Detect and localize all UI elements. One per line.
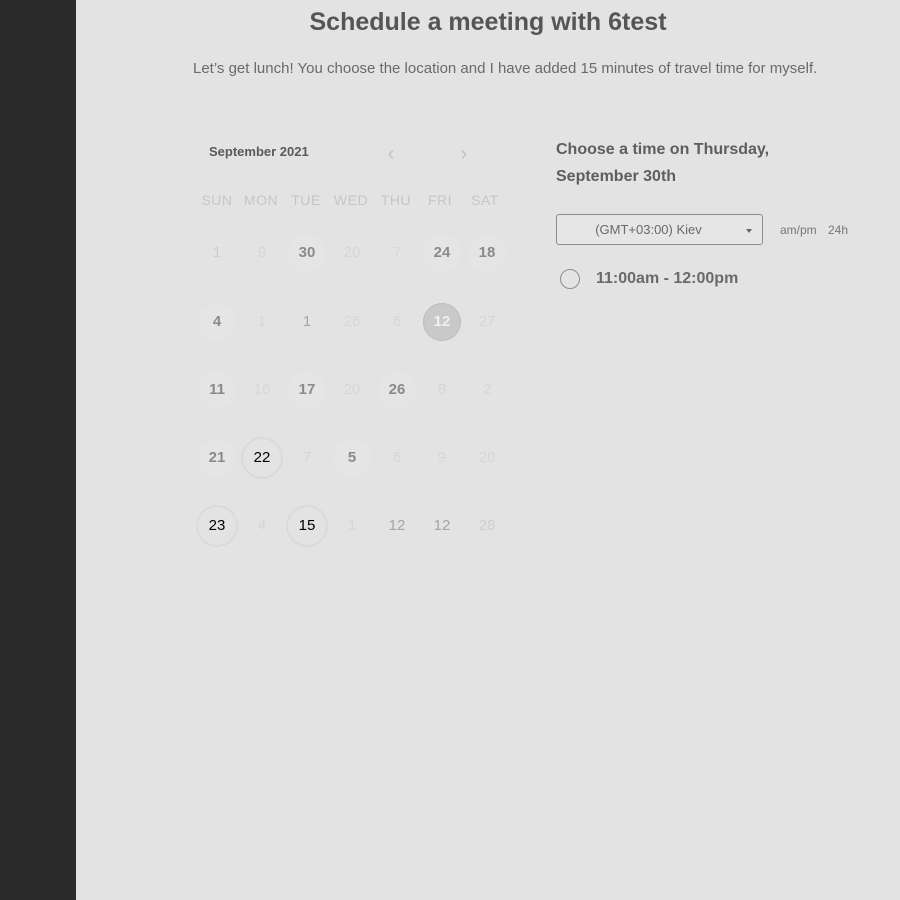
calendar-day[interactable]: 1	[288, 303, 326, 341]
calendar-day[interactable]: 1	[243, 303, 281, 341]
page-title: Schedule a meeting with 6test	[309, 8, 667, 36]
calendar-day[interactable]: 11	[198, 371, 236, 409]
calendar-day[interactable]: 4	[243, 507, 281, 545]
calendar-day[interactable]: 26	[333, 303, 371, 341]
format-24h-toggle[interactable]: 24h	[828, 223, 848, 237]
calendar-day[interactable]: 1	[333, 507, 371, 545]
calendar-day[interactable]: 24	[423, 234, 461, 272]
calendar-day[interactable]: 16	[243, 371, 281, 409]
calendar-day[interactable]: 18	[468, 234, 506, 272]
calendar-day[interactable]: 12	[423, 507, 461, 545]
calendar-day[interactable]: 9	[423, 439, 461, 477]
calendar-day[interactable]: 2	[468, 371, 506, 409]
calendar-day[interactable]: 21	[198, 439, 236, 477]
main-content: Schedule a meeting with 6test Let’s get …	[76, 0, 900, 900]
calendar-day[interactable]: 15	[288, 507, 326, 545]
time-panel: Choose a time on Thursday, September 30t…	[542, 122, 868, 306]
calendar-day[interactable]: 6	[378, 439, 416, 477]
time-slot[interactable]: 11:00am - 12:00pm	[556, 267, 856, 295]
app-sidebar	[0, 0, 76, 900]
calendar-day[interactable]: 8	[423, 371, 461, 409]
calendar-day[interactable]: 9	[243, 234, 281, 272]
time-heading: Choose a time on Thursday, September 30t…	[556, 141, 770, 185]
calendar-day[interactable]: 20	[468, 439, 506, 477]
calendar: September 2021 ‹ › SUN MON TUE WED THU F…	[195, 122, 509, 560]
time-slot-label: 11:00am - 12:00pm	[596, 270, 739, 287]
timezone-value: (GMT+03:00) Kiev	[595, 222, 702, 237]
chevron-down-icon	[746, 229, 752, 233]
selected-day[interactable]: 12	[423, 303, 461, 341]
calendar-day[interactable]: 30	[288, 234, 326, 272]
calendar-day[interactable]: 5	[333, 439, 371, 477]
day-grid: 1 9 30 20 7 24 18 4 1 1 26 6 12 27 11 16 17 20 26 8 2 21 22 7 5 6…	[195, 122, 509, 560]
timezone-select[interactable]: (GMT+03:00) Kiev	[556, 214, 763, 245]
radio-icon[interactable]	[560, 269, 580, 289]
calendar-day[interactable]: 6	[378, 303, 416, 341]
calendar-day[interactable]: 20	[333, 234, 371, 272]
calendar-day[interactable]: 17	[288, 371, 326, 409]
calendar-day[interactable]: 23	[198, 507, 236, 545]
calendar-day[interactable]: 27	[468, 303, 506, 341]
calendar-day[interactable]: 7	[378, 234, 416, 272]
calendar-day[interactable]: 22	[243, 439, 281, 477]
calendar-day[interactable]: 26	[378, 371, 416, 409]
page-subtitle: Let’s get lunch! You choose the location…	[193, 60, 818, 77]
calendar-day[interactable]: 20	[333, 371, 371, 409]
calendar-day[interactable]: 1	[198, 234, 236, 272]
calendar-day[interactable]: 12	[378, 507, 416, 545]
calendar-day[interactable]: 7	[288, 439, 326, 477]
format-ampm-toggle[interactable]: am/pm	[780, 223, 817, 237]
calendar-day[interactable]: 28	[468, 507, 506, 545]
calendar-day[interactable]: 4	[198, 303, 236, 341]
